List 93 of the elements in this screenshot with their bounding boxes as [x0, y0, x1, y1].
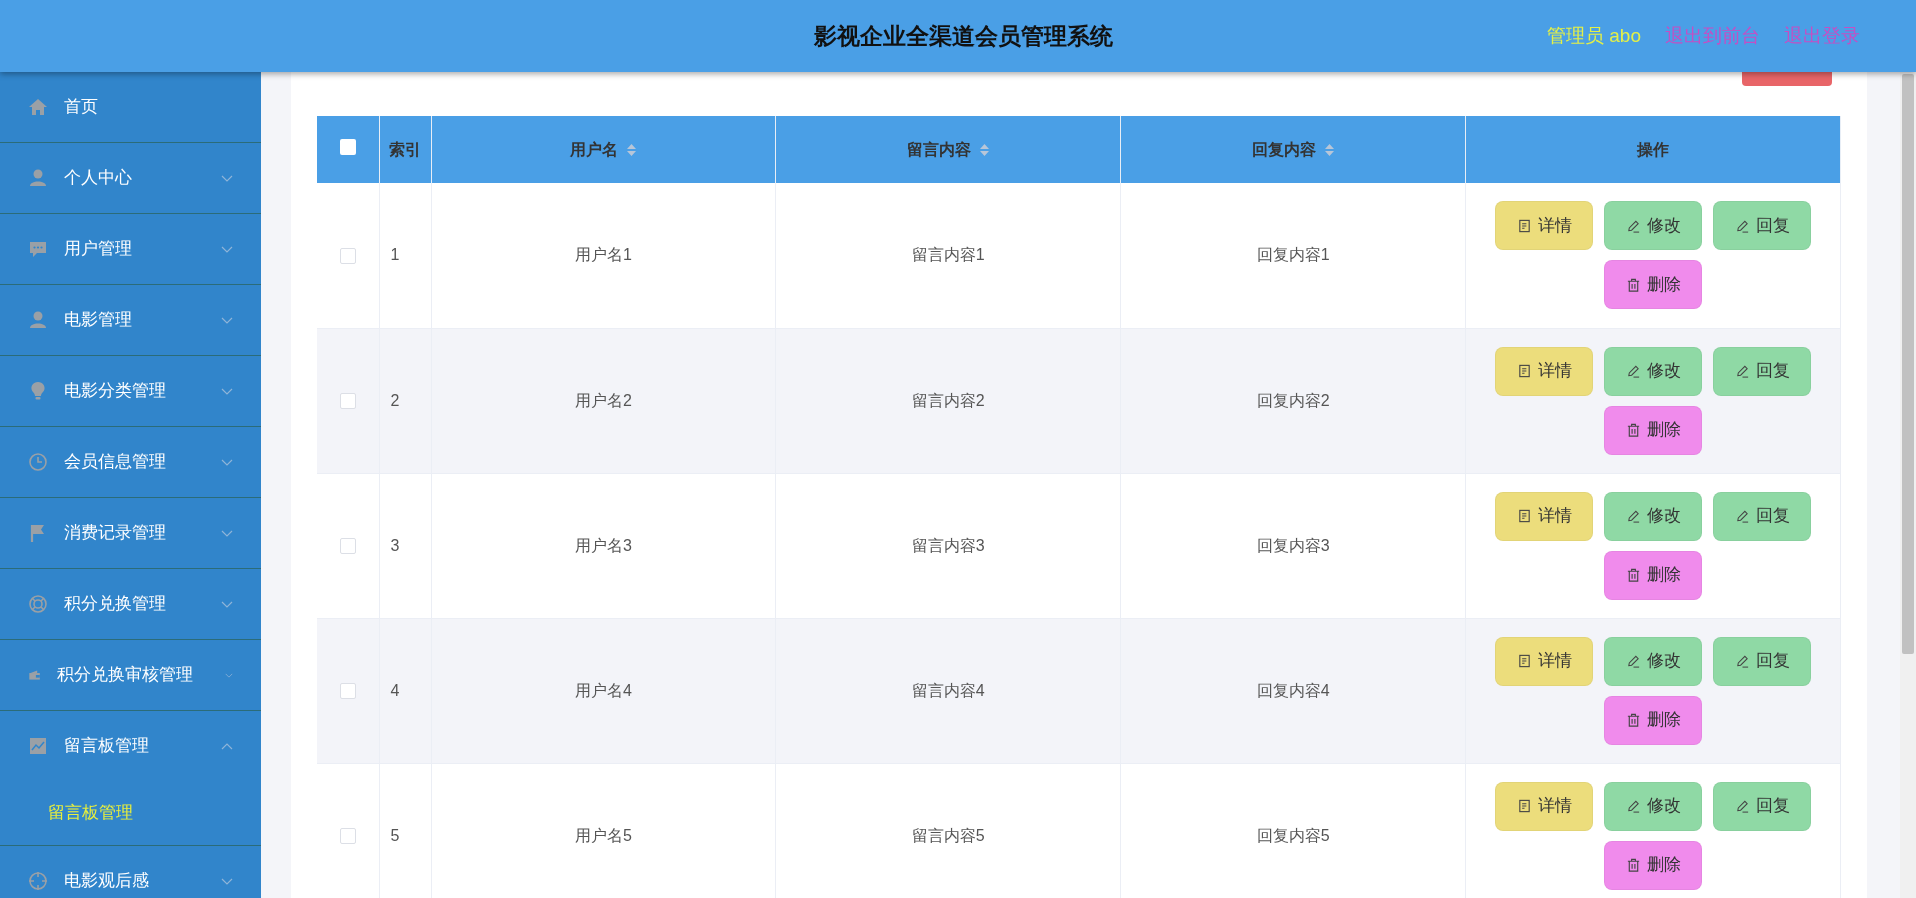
- table-cell: 5: [390, 826, 400, 844]
- table-cell: 回复内容3: [1256, 536, 1330, 554]
- select-all-checkbox[interactable]: [339, 138, 356, 155]
- detail-button[interactable]: 详情: [1495, 346, 1593, 396]
- document-icon: [1516, 798, 1532, 814]
- trash-icon: [1625, 276, 1641, 293]
- table-cell: 留言内容3: [911, 536, 985, 554]
- delete-button[interactable]: 删除: [1604, 840, 1702, 890]
- table-cell: 回复内容2: [1256, 391, 1330, 409]
- table-cell: 留言内容1: [911, 246, 985, 264]
- table-cell: 留言内容2: [911, 391, 985, 409]
- row-checkbox[interactable]: [339, 538, 356, 555]
- delete-button[interactable]: 删除: [1604, 550, 1702, 600]
- sidebar-menu-item[interactable]: 留言板管理: [0, 711, 261, 781]
- edit-button[interactable]: 修改: [1604, 636, 1702, 686]
- system-title: 影视企业全渠道会员管理系统: [814, 22, 1113, 49]
- pencil-icon: [1734, 653, 1750, 669]
- edit-button[interactable]: 修改: [1604, 201, 1702, 251]
- lifebuoy-icon: [28, 594, 48, 614]
- row-checkbox[interactable]: [339, 393, 356, 410]
- sidebar-menu-item[interactable]: 电影管理: [0, 285, 261, 355]
- table-cell: 回复内容1: [1256, 246, 1330, 264]
- table-cell: 4: [390, 681, 400, 699]
- table-cell: 1: [390, 246, 400, 264]
- sidebar-menu-item[interactable]: 消费记录管理: [0, 498, 261, 568]
- sidebar-menu-item[interactable]: 用户管理: [0, 214, 261, 284]
- delete-button[interactable]: 删除: [1604, 260, 1702, 310]
- pencil-icon: [1625, 653, 1641, 669]
- admin-username: 管理员 abo: [1547, 23, 1641, 48]
- reply-button[interactable]: 回复: [1713, 201, 1811, 251]
- delete-button[interactable]: 删除: [1604, 405, 1702, 455]
- table-cell: 留言内容4: [911, 681, 985, 699]
- pencil-icon: [1734, 508, 1750, 524]
- sidebar-menu-item[interactable]: 电影观后感: [0, 846, 261, 898]
- pencil-icon: [1625, 508, 1641, 524]
- person-icon: [28, 168, 48, 188]
- detail-button[interactable]: 详情: [1495, 491, 1593, 541]
- trash-icon: [1625, 712, 1641, 728]
- action-button[interactable]: [1742, 72, 1832, 86]
- delete-button[interactable]: 删除: [1604, 695, 1702, 745]
- sidebar-menu-item[interactable]: 积分兑换审核管理: [0, 640, 261, 710]
- document-icon: [1516, 653, 1532, 669]
- row-checkbox[interactable]: [339, 828, 356, 845]
- table-cell: 用户名3: [574, 536, 632, 554]
- crosshair-icon: [28, 871, 48, 891]
- row-checkbox[interactable]: [339, 248, 356, 264]
- reply-button[interactable]: 回复: [1713, 636, 1811, 686]
- line-chart-icon: [28, 736, 48, 756]
- column-header[interactable]: 用户名: [569, 140, 637, 158]
- table-cell: 回复内容5: [1256, 826, 1330, 844]
- document-icon: [1516, 363, 1532, 379]
- pencil-icon: [1625, 363, 1641, 379]
- trash-icon: [1625, 857, 1641, 873]
- table-cell: 3: [390, 536, 400, 554]
- table-cell: 2: [390, 391, 400, 409]
- column-header: 索引: [389, 140, 421, 158]
- table-cell: 用户名1: [574, 246, 632, 264]
- document-icon: [1516, 508, 1532, 524]
- reply-button[interactable]: 回复: [1713, 781, 1811, 831]
- sidebar-menu-item[interactable]: 个人中心: [0, 143, 261, 213]
- pencil-icon: [1625, 798, 1641, 814]
- table-cell: 用户名4: [574, 681, 632, 699]
- sidebar-menu-item[interactable]: 首页: [0, 72, 261, 142]
- scrollbar[interactable]: [1900, 72, 1916, 898]
- edit-button[interactable]: 修改: [1604, 781, 1702, 831]
- clock-icon: [28, 452, 48, 472]
- column-header[interactable]: 留言内容: [906, 140, 990, 158]
- reply-button[interactable]: 回复: [1713, 491, 1811, 541]
- trash-icon: [1625, 422, 1641, 438]
- detail-button[interactable]: 详情: [1495, 781, 1593, 831]
- column-header: 操作: [1637, 140, 1669, 158]
- detail-button[interactable]: 详情: [1495, 201, 1593, 251]
- home-icon: [28, 97, 48, 117]
- edit-button[interactable]: 修改: [1604, 346, 1702, 396]
- detail-button[interactable]: 详情: [1495, 636, 1593, 686]
- sidebar-menu-item[interactable]: 积分兑换管理: [0, 569, 261, 639]
- sidebar-submenu-item[interactable]: 留言板管理: [0, 781, 261, 845]
- pencil-icon: [1734, 798, 1750, 814]
- row-checkbox[interactable]: [339, 683, 356, 700]
- table-cell: 留言内容5: [911, 826, 985, 844]
- column-header[interactable]: 回复内容: [1251, 140, 1335, 158]
- sidebar-menu-item[interactable]: 会员信息管理: [0, 427, 261, 497]
- reply-button[interactable]: 回复: [1713, 346, 1811, 396]
- pencil-icon: [1734, 363, 1750, 379]
- document-icon: [1516, 217, 1532, 234]
- edit-button[interactable]: 修改: [1604, 491, 1702, 541]
- table-cell: 回复内容4: [1256, 681, 1330, 699]
- table-cell: 用户名2: [574, 391, 632, 409]
- person-icon: [28, 310, 48, 330]
- trash-icon: [1625, 567, 1641, 583]
- chat-icon: [28, 239, 48, 259]
- sidebar-menu-item[interactable]: 电影分类管理: [0, 356, 261, 426]
- table-cell: 用户名5: [574, 826, 632, 844]
